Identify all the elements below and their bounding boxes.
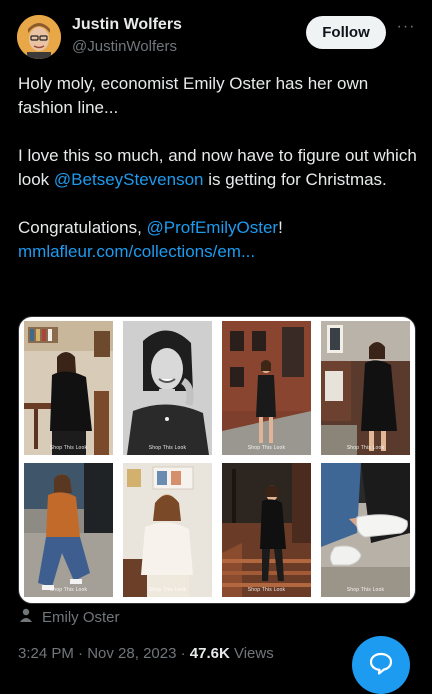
meta-separator: ·	[73, 645, 88, 662]
more-options-icon[interactable]: ···	[396, 19, 416, 36]
tweet-time[interactable]: 3:24 PM	[18, 645, 74, 662]
tweet-text-segment: Congratulations,	[18, 218, 147, 237]
tweet-paragraph-3: Congratulations, @ProfEmilyOster! mmlafle…	[18, 216, 418, 264]
views-count: 47.6K	[189, 645, 230, 662]
author-handle[interactable]: @JustinWolfers	[72, 38, 177, 55]
media-collage[interactable]: Shop This Look Shop This Look Shop This …	[18, 316, 416, 604]
tweet-text: Holy moly, economist Emily Oster has her…	[18, 72, 418, 264]
shop-this-look-label[interactable]: Shop This Look	[123, 445, 212, 451]
photo-attribution[interactable]: Emily Oster	[18, 607, 120, 627]
tweet-paragraph-1: Holy moly, economist Emily Oster has her…	[18, 74, 369, 117]
reply-fab-button[interactable]	[352, 636, 410, 694]
mention-betseystevenson[interactable]: @BetseyStevenson	[54, 170, 204, 189]
shop-this-look-label[interactable]: Shop This Look	[321, 587, 410, 593]
tweet-date[interactable]: Nov 28, 2023	[87, 645, 176, 662]
look-photo-3[interactable]: Shop This Look	[222, 321, 311, 455]
follow-button[interactable]: Follow	[306, 16, 386, 49]
tweet-text-segment: !	[278, 218, 283, 237]
person-icon	[18, 607, 34, 627]
attribution-name[interactable]: Emily Oster	[42, 609, 120, 626]
shop-this-look-label[interactable]: Shop This Look	[24, 587, 113, 593]
author-name[interactable]: Justin Wolfers	[72, 16, 182, 34]
look-photo-4[interactable]: Shop This Look	[321, 321, 410, 455]
shop-this-look-label[interactable]: Shop This Look	[24, 445, 113, 451]
look-photo-8[interactable]: Shop This Look	[321, 463, 410, 597]
mention-profemilyoster[interactable]: @ProfEmilyOster	[147, 218, 279, 237]
look-photo-2[interactable]: Shop This Look	[123, 321, 212, 455]
views-label: Views	[229, 645, 274, 662]
compose-reply-icon	[368, 650, 394, 681]
shop-this-look-label[interactable]: Shop This Look	[123, 587, 212, 593]
meta-separator: ·	[176, 645, 190, 662]
external-link[interactable]: mmlafleur.com/collections/em...	[18, 242, 255, 261]
tweet-meta: 3:24 PM · Nov 28, 2023 · 47.6K Views	[18, 645, 274, 662]
look-photo-1[interactable]: Shop This Look	[24, 321, 113, 455]
look-photo-6[interactable]: Shop This Look	[123, 463, 212, 597]
shop-this-look-label[interactable]: Shop This Look	[222, 445, 311, 451]
tweet-text-segment: is getting for Christmas.	[203, 170, 387, 189]
look-photo-5[interactable]: Shop This Look	[24, 463, 113, 597]
shop-this-look-label[interactable]: Shop This Look	[321, 445, 410, 451]
tweet-paragraph-2: I love this so much, and now have to fig…	[18, 144, 418, 192]
look-photo-7[interactable]: Shop This Look	[222, 463, 311, 597]
author-avatar[interactable]	[17, 15, 61, 59]
shop-this-look-label[interactable]: Shop This Look	[222, 587, 311, 593]
